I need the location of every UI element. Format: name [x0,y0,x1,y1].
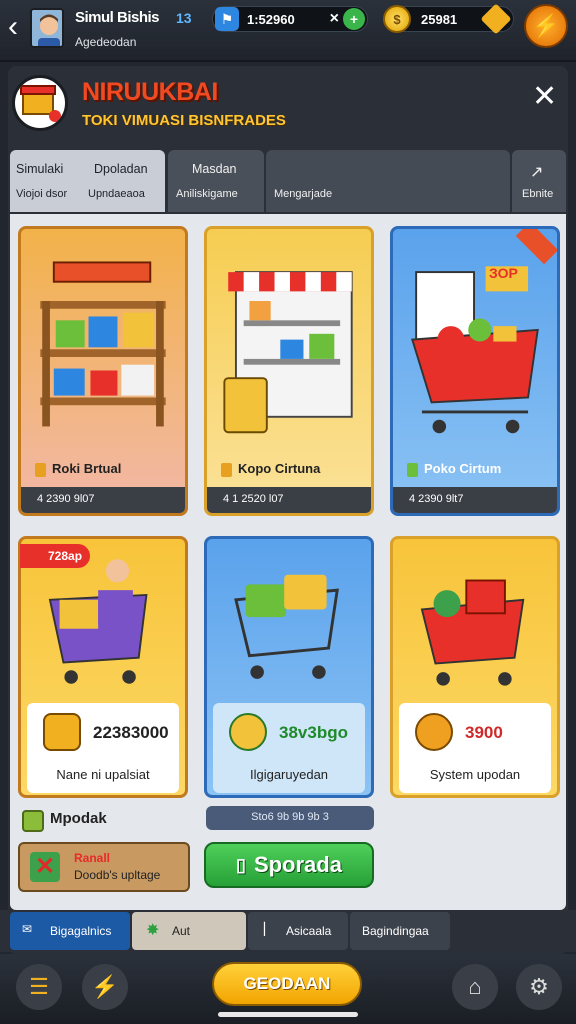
upgrade-title: Ranall [74,851,111,865]
gear-icon[interactable]: ⚙ [516,964,562,1010]
coin-icon: $ [383,5,411,33]
star-icon: ✸ [146,922,160,939]
card-caption: System upodan [429,767,521,782]
shop-card-3[interactable]: ЗОР Poko Cirtum 4 2390 9lt7 [390,226,560,516]
tab-asicaala[interactable]: ▏ Asicaala [248,912,348,950]
pin-icon: ↗ [530,164,544,181]
ribbon-badge: 728ap [20,544,90,568]
upgrade-info-box[interactable]: ✕ Ranall Doodb's upltage [18,842,190,892]
tab-sublabel: Upndaeaoa [88,188,145,200]
close-icon[interactable]: ✕ [532,82,557,112]
panel-title: NIRUUKBAI [82,78,218,106]
tab-sublabel: Ebnite [522,188,554,200]
menu-icon[interactable]: ☰ [16,964,62,1010]
battery-icon: ▯ [236,854,246,875]
home-indicator [218,1012,358,1017]
store-icon[interactable]: ⌂ [452,964,498,1010]
card-progress-bar: Sto6 9b 9b 9b 3 [206,806,374,830]
card-price: 4 1 2520 l07 [207,487,371,513]
cash-icon [43,713,81,751]
avatar[interactable] [30,8,64,48]
doc-icon: ▏ [264,922,274,936]
plus-icon[interactable]: + [343,8,365,30]
tab-aut[interactable]: ✸ Aut [132,912,246,950]
tab-sublabel: Mengarjade [274,188,333,200]
flag-icon: ⚑ [215,7,239,31]
card-info: 22383000 Nane ni upalsiat [27,703,179,793]
diamond-icon [480,3,512,35]
back-icon[interactable]: ‹ [8,12,18,42]
shop-card-2[interactable]: Kopo Cirtuna 4 1 2520 l07 [204,226,374,516]
card-value: 22383000 [93,723,169,742]
tab-sublabel: Viojoi dsor [16,188,68,200]
card-caption: Ilgigaruyedan [249,767,329,782]
stat-value: 1:52960 [247,11,295,27]
card-value: 3900 [465,723,503,742]
card-info: 38v3bgo Ilgigaruyedan [213,703,365,793]
mail-icon: ✉ [22,922,33,936]
card-value: 38v3bgo [279,723,348,742]
panel-subtitle: TOKI VIMUASI BISNFRADES [82,112,286,129]
tag-icon [35,462,46,477]
tab-label: Simulaki [16,162,64,176]
sun-icon [415,713,453,751]
stat-multiplier: × [329,10,339,27]
upgrade-button[interactable]: ▯ Sporada [204,842,374,888]
tab-label: Masdan [192,162,237,176]
shop-card-1[interactable]: Roki Brtual 4 2390 9l07 [18,226,188,516]
tab-sublabel: Aniliskigame [176,188,238,200]
coin-value: 25981 [421,11,458,27]
upgrade-icon: ✕ [30,852,60,882]
tag-icon [407,462,418,477]
boost-icon[interactable]: ⚡ [82,964,128,1010]
card-info: 3900 System upodan [399,703,551,793]
card-price: 4 2390 9lt7 [393,487,557,513]
shop-card-5[interactable]: 38v3bgo Ilgigaruyedan [204,536,374,798]
main-action-button[interactable]: GEODAAN [212,962,362,1006]
card-caption: Nane ni upalsiat [56,767,150,782]
shop-card-6[interactable]: 3900 System upodan [390,536,560,798]
store-art [223,271,353,434]
player-subtitle: Agedeodan [75,35,137,49]
tab-label: Dpoladan [94,162,148,176]
lightning-icon[interactable]: ⚡ [524,4,568,48]
cart-art [420,579,525,686]
tab-ebnite[interactable]: ↗ Ebnite [512,150,566,212]
mpodak-label: Mpodak [50,810,107,827]
coin-counter[interactable]: $ 25981 [383,3,514,35]
shop-logo [12,75,68,131]
card-title: Kopo Cirtuna [221,461,320,477]
tab-bigagalnics[interactable]: ✉ Bigagalnics [10,912,130,950]
tag-icon [221,462,232,477]
cart-art [234,574,339,679]
level-badge: 13 [176,10,192,26]
tab-bagindingaa[interactable]: Bagindingaa [350,912,450,950]
upgrade-desc: Doodb's upltage [74,868,161,882]
tab-mengarjade[interactable]: Mengarjade [266,150,510,212]
card-title: Roki Brtual [35,461,121,477]
cart-art [411,266,539,434]
tab-simulasi[interactable]: Simulaki Dpoladan Viojoi dsor Upndaeaoa [10,150,165,212]
discount-badge: ЗОР [489,265,518,281]
shelf-art [40,261,166,427]
ticket-icon [229,713,267,751]
card-price: 4 2390 9l07 [21,487,185,513]
player-name: Simul Bishis [75,9,160,26]
card-title: Poko Cirtum [407,461,501,477]
shop-card-4[interactable]: 22383000 Nane ni upalsiat [18,536,188,798]
stat-counter[interactable]: ⚑ 1:52960 × + [212,6,368,32]
tab-masdan[interactable]: Masdan Aniliskigame [168,150,264,212]
box-icon [22,810,44,832]
